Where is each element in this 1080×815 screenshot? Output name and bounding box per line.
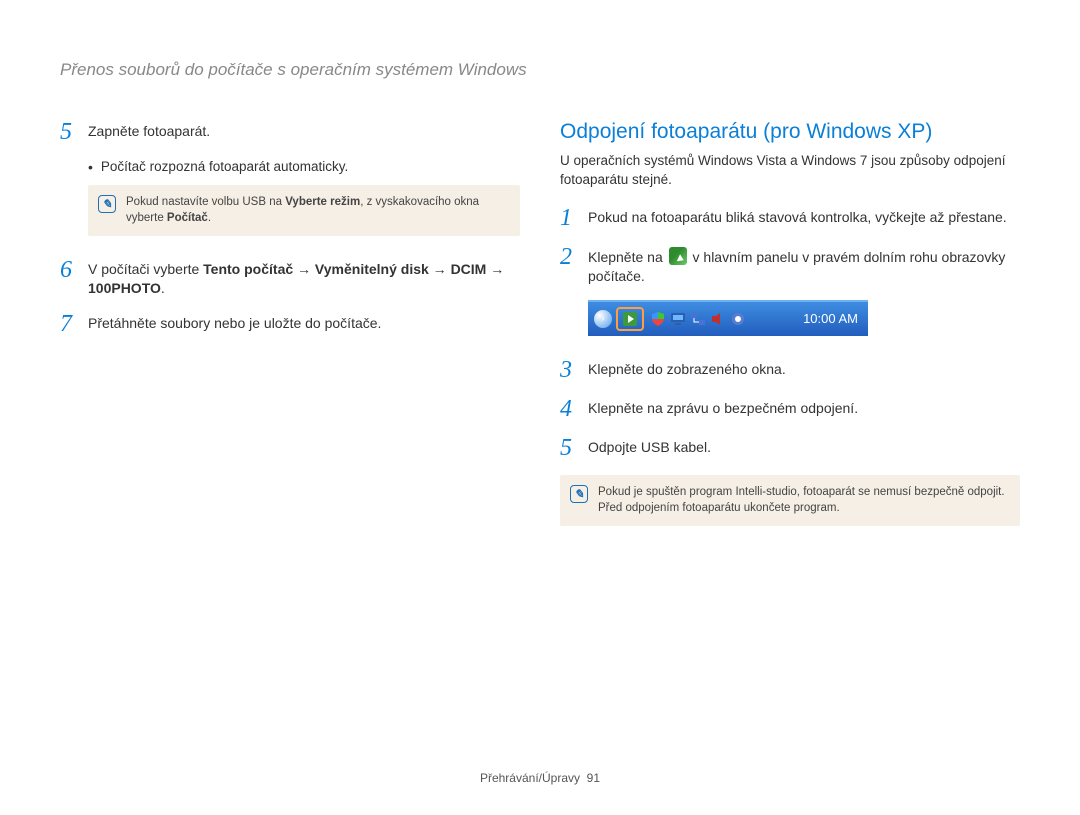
note-usb-mode: ✎ Pokud nastavíte volbu USB na Vyberte r… (88, 185, 520, 236)
right-column: Odpojení fotoaparátu (pro Windows XP) U … (560, 120, 1020, 548)
r-step-3: 3 Klepněte do zobrazeného okna. (560, 358, 1020, 383)
step-number: 5 (60, 120, 88, 145)
note-prefix: Pokud nastavíte volbu USB na (126, 196, 285, 208)
tray-clock: 10:00 AM (803, 311, 858, 326)
t: Klepněte na (588, 249, 667, 265)
tray-monitor-icon (670, 311, 686, 327)
tray-shield-icon (650, 311, 666, 327)
step-6: 6 V počítači vyberte Tento počítač → Vym… (60, 258, 520, 298)
step-number: 1 (560, 206, 588, 231)
t: 100PHOTO (88, 280, 161, 296)
t: DCIM (451, 261, 487, 277)
footer-section: Přehrávání/Úpravy (480, 771, 580, 785)
step-text: V počítači vyberte Tento počítač → Vyměn… (88, 258, 520, 298)
t: → (293, 261, 315, 277)
note-suffix: . (208, 212, 211, 224)
taskbar: › 10:00 AM (588, 300, 868, 336)
step-text: Odpojte USB kabel. (588, 436, 711, 457)
note-text: Pokud nastavíte volbu USB na Vyberte rež… (126, 195, 506, 226)
step-number: 5 (560, 436, 588, 461)
t: . (161, 280, 165, 296)
step-text: Klepněte na v hlavním panelu v pravém do… (588, 245, 1020, 286)
t: → (486, 261, 504, 277)
tray-network-icon (690, 311, 706, 327)
tray-highlight (616, 307, 644, 331)
content-columns: 5 Zapněte fotoaparát. Počítač rozpozná f… (60, 120, 1020, 548)
step-5-bullet: Počítač rozpozná fotoaparát automaticky. (88, 159, 520, 175)
r-step-2: 2 Klepněte na v hlavním panelu v pravém … (560, 245, 1020, 286)
footer-page-number: 91 (587, 771, 600, 785)
taskbar-figure: › 10:00 AM (588, 300, 1020, 336)
tray-expand-icon: › (594, 310, 612, 328)
info-icon: ✎ (570, 485, 588, 503)
step-5: 5 Zapněte fotoaparát. (60, 120, 520, 145)
section-heading: Odpojení fotoaparátu (pro Windows XP) (560, 120, 1020, 144)
step-text: Pokud na fotoaparátu bliká stavová kontr… (588, 206, 1007, 227)
step-number: 4 (560, 397, 588, 422)
page-header: Přenos souborů do počítače s operačním s… (60, 60, 1020, 80)
t: Tento počítač (203, 261, 293, 277)
note-intelli-studio: ✎ Pokud je spuštěn program Intelli-studi… (560, 475, 1020, 526)
t: → (429, 261, 451, 277)
step-text: Přetáhněte soubory nebo je uložte do poč… (88, 312, 381, 333)
bullet-text: Počítač rozpozná fotoaparát automaticky. (101, 159, 348, 174)
tray-app-icon (730, 311, 746, 327)
r-step-5: 5 Odpojte USB kabel. (560, 436, 1020, 461)
r-step-1: 1 Pokud na fotoaparátu bliká stavová kon… (560, 206, 1020, 231)
safely-remove-tray-icon (622, 311, 638, 327)
r-step-4: 4 Klepněte na zprávu o bezpečném odpojen… (560, 397, 1020, 422)
step-text: Klepněte do zobrazeného okna. (588, 358, 786, 379)
t: V počítači vyberte (88, 261, 203, 277)
step-text: Zapněte fotoaparát. (88, 120, 210, 141)
note-bold1: Vyberte režim (285, 196, 360, 208)
tray-volume-icon (710, 311, 726, 327)
t: Vyměnitelný disk (315, 261, 429, 277)
step-number: 7 (60, 312, 88, 337)
section-intro: U operačních systémů Windows Vista a Win… (560, 152, 1020, 190)
left-column: 5 Zapněte fotoaparát. Počítač rozpozná f… (60, 120, 520, 548)
step-number: 3 (560, 358, 588, 383)
safely-remove-icon (669, 247, 687, 265)
step-number: 2 (560, 245, 588, 270)
page-footer: Přehrávání/Úpravy 91 (0, 771, 1080, 785)
note-text: Pokud je spuštěn program Intelli-studio,… (598, 485, 1006, 516)
info-icon: ✎ (98, 195, 116, 213)
step-number: 6 (60, 258, 88, 283)
note-bold2: Počítač (167, 212, 208, 224)
step-7: 7 Přetáhněte soubory nebo je uložte do p… (60, 312, 520, 337)
step-text: Klepněte na zprávu o bezpečném odpojení. (588, 397, 858, 418)
